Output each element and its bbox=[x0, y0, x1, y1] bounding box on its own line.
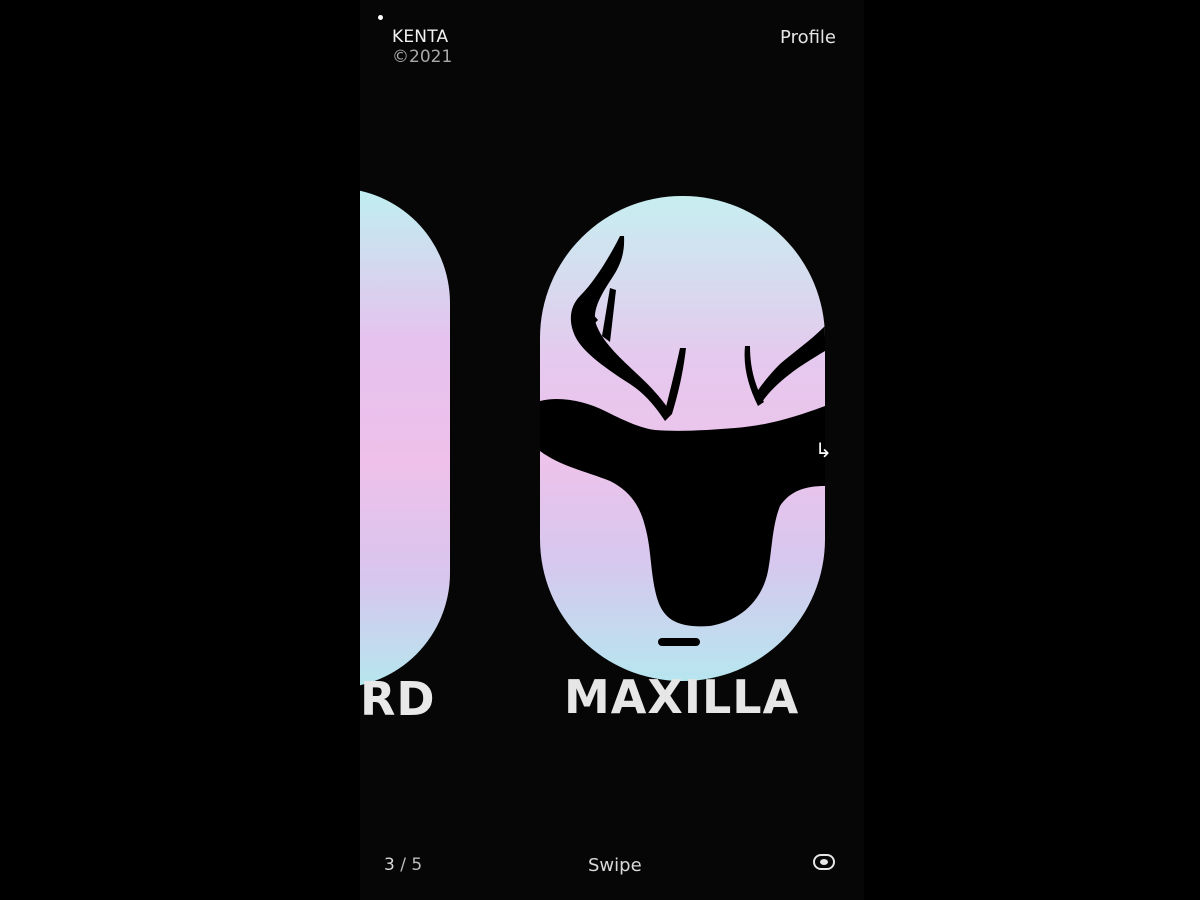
slide-counter-current: 3 bbox=[384, 855, 395, 875]
slide-card-current[interactable] bbox=[540, 196, 825, 681]
brand-name: KENTA bbox=[392, 27, 449, 47]
slide-counter-separator: / bbox=[394, 855, 412, 875]
swipe-hint: Swipe bbox=[588, 855, 642, 876]
slide-card-previous[interactable] bbox=[360, 188, 450, 688]
brand-year: ©2021 bbox=[392, 47, 453, 67]
profile-link[interactable]: Profile bbox=[780, 27, 836, 48]
brand-block: KENTA ©2021 bbox=[392, 27, 452, 67]
slide-counter-total: 5 bbox=[411, 855, 423, 875]
app-viewport: KENTA ©2021 Profile ↳ RD MAXILLA 3 / 5 S… bbox=[360, 0, 864, 900]
slide-counter: 3 / 5 bbox=[384, 855, 422, 875]
arrow-redirect-icon: ↳ bbox=[815, 438, 832, 462]
deer-head-silhouette-icon bbox=[540, 236, 825, 646]
toggle-icon[interactable] bbox=[813, 854, 835, 870]
slide-title-previous[interactable]: RD bbox=[360, 672, 436, 726]
slide-title-current[interactable]: MAXILLA bbox=[564, 670, 799, 724]
cursor-dot-icon bbox=[378, 15, 383, 20]
